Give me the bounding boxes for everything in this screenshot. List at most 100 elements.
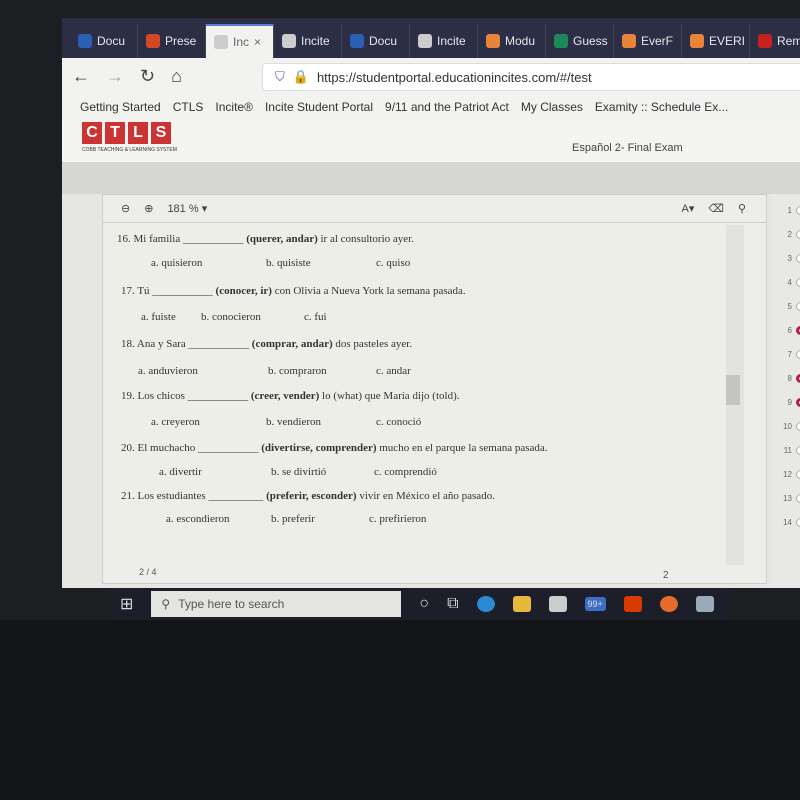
- tab-0[interactable]: Docu: [70, 24, 138, 58]
- question-nav-item[interactable]: 4: [772, 270, 800, 294]
- reload-icon[interactable]: ↻: [140, 66, 155, 87]
- tab-6[interactable]: Modu: [478, 24, 546, 58]
- cortana-icon[interactable]: ○: [419, 595, 429, 613]
- eraser-icon[interactable]: ⌫: [708, 202, 724, 215]
- tab-label: EVERI: [709, 34, 746, 48]
- task-view-icon[interactable]: ⧉: [447, 595, 458, 613]
- radio-icon[interactable]: [796, 301, 800, 311]
- header-band: [62, 162, 800, 194]
- verb-hint: (creer, vender): [250, 390, 320, 402]
- radio-icon[interactable]: [796, 325, 800, 335]
- question-nav-item[interactable]: 10A: [772, 414, 800, 438]
- question-nav-item[interactable]: 13A: [772, 486, 800, 510]
- bookmark-0[interactable]: Getting Started: [80, 100, 161, 114]
- radio-icon[interactable]: [796, 469, 800, 479]
- question-nav-item[interactable]: 1: [772, 198, 800, 222]
- radio-icon[interactable]: [796, 517, 800, 527]
- back-icon[interactable]: ←: [72, 66, 90, 87]
- question-number: 16.: [117, 233, 131, 245]
- answer-option: a. quisieron: [151, 257, 203, 269]
- tab-10[interactable]: Rem: [750, 24, 800, 58]
- viewer-toolbar: ⊖ ⊕ 181 % ▾ A▾ ⌫ ⚲: [103, 195, 766, 223]
- question-nav-number: 7: [787, 349, 792, 359]
- zoom-in-icon[interactable]: ⊕: [144, 202, 153, 215]
- question-nav-item[interactable]: 8A: [772, 366, 800, 390]
- office-icon[interactable]: [623, 596, 642, 612]
- radio-icon[interactable]: [796, 493, 800, 503]
- question-21: 21. Los estudiantes __________ (preferir…: [121, 490, 495, 502]
- radio-icon[interactable]: [796, 277, 800, 287]
- question-nav-item[interactable]: 9A: [772, 390, 800, 414]
- exam-title: Español 2- Final Exam: [572, 142, 683, 154]
- edge-icon[interactable]: [476, 596, 495, 612]
- bookmark-4[interactable]: 9/11 and the Patriot Act: [385, 100, 509, 114]
- mail-icon[interactable]: 99+: [584, 597, 606, 611]
- zoom-select[interactable]: 181 % ▾: [167, 202, 207, 215]
- app-icon[interactable]: [695, 596, 714, 612]
- firefox-icon[interactable]: [659, 596, 678, 612]
- answer-option: a. creyeron: [151, 416, 200, 428]
- question-subject: Mi familia: [133, 233, 181, 245]
- question-navigator: 1234567A8A9A10A11A12A13A14A: [772, 194, 800, 588]
- answer-option: c. comprendió: [374, 466, 437, 478]
- file-explorer-icon[interactable]: [512, 596, 531, 612]
- answer-option: c. quiso: [376, 257, 411, 269]
- home-icon[interactable]: ⌂: [171, 66, 182, 87]
- tab-8[interactable]: EverF: [614, 24, 682, 58]
- store-icon[interactable]: [548, 596, 567, 612]
- radio-icon[interactable]: [796, 421, 800, 431]
- question-nav-item[interactable]: 7A: [772, 342, 800, 366]
- radio-icon[interactable]: [796, 445, 800, 455]
- everfi-icon: [622, 34, 636, 48]
- tab-1[interactable]: Prese: [138, 24, 206, 58]
- radio-icon[interactable]: [796, 349, 800, 359]
- forward-icon[interactable]: →: [106, 66, 124, 87]
- search-icon[interactable]: ⚲: [738, 202, 746, 215]
- tab-2[interactable]: Inc ×: [206, 24, 274, 58]
- close-tab-icon[interactable]: ×: [254, 35, 261, 49]
- tab-7[interactable]: Guess: [546, 24, 614, 58]
- radio-icon[interactable]: [796, 397, 800, 407]
- document-page: 16. Mi familia ___________ (querer, anda…: [111, 225, 731, 565]
- tab-4[interactable]: Docu: [342, 24, 410, 58]
- bookmark-1[interactable]: CTLS: [173, 100, 204, 114]
- taskbar-search[interactable]: ⚲ Type here to search: [151, 591, 402, 617]
- question-nav-item[interactable]: 12A: [772, 462, 800, 486]
- question-nav-item[interactable]: 6: [772, 318, 800, 342]
- bookmark-6[interactable]: Examity :: Schedule Ex...: [595, 100, 728, 114]
- tab-9[interactable]: EVERI: [682, 24, 750, 58]
- question-nav-item[interactable]: 2: [772, 222, 800, 246]
- verb-hint: (divertirse, comprender): [261, 442, 377, 454]
- tab-5[interactable]: Incite: [410, 24, 478, 58]
- answer-option: b. conocieron: [201, 311, 261, 323]
- radio-icon[interactable]: [796, 373, 800, 383]
- address-bar[interactable]: ⛉ 🔒 https://studentportal.educationincit…: [262, 63, 800, 91]
- answer-option: b. quisiste: [266, 257, 311, 269]
- question-nav-item[interactable]: 5: [772, 294, 800, 318]
- bookmark-3[interactable]: Incite Student Portal: [265, 100, 373, 114]
- scrollbar[interactable]: [726, 225, 744, 565]
- bookmark-2[interactable]: Incite®: [215, 100, 253, 114]
- question-nav-number: 12: [783, 469, 792, 479]
- question-18: 18. Ana y Sara ___________ (comprar, and…: [121, 338, 412, 350]
- verb-hint: (preferir, esconder): [266, 490, 357, 502]
- question-nav-item[interactable]: 3: [772, 246, 800, 270]
- tab-strip: Docu Prese Inc × Incite Docu Incite Modu Guess Ev…: [62, 18, 800, 58]
- radio-icon[interactable]: [796, 229, 800, 239]
- text-style-icon[interactable]: A▾: [682, 202, 695, 215]
- lock-icon: 🔒: [292, 69, 309, 84]
- question-nav-number: 6: [787, 325, 792, 335]
- radio-icon[interactable]: [796, 253, 800, 263]
- tab-label: Docu: [97, 34, 126, 48]
- windows-start-icon[interactable]: ⊞: [120, 594, 133, 614]
- bookmark-5[interactable]: My Classes: [521, 100, 583, 114]
- radio-icon[interactable]: [796, 205, 800, 215]
- tab-3[interactable]: Incite: [274, 24, 342, 58]
- tab-label: Prese: [165, 34, 197, 48]
- question-nav-item[interactable]: 11A: [772, 438, 800, 462]
- question-nav-item[interactable]: 14A: [772, 510, 800, 534]
- verb-hint: (comprar, andar): [251, 338, 333, 350]
- scrollbar-thumb[interactable]: [726, 375, 740, 405]
- zoom-out-icon[interactable]: ⊖: [121, 202, 130, 215]
- page-number: 2: [663, 570, 669, 581]
